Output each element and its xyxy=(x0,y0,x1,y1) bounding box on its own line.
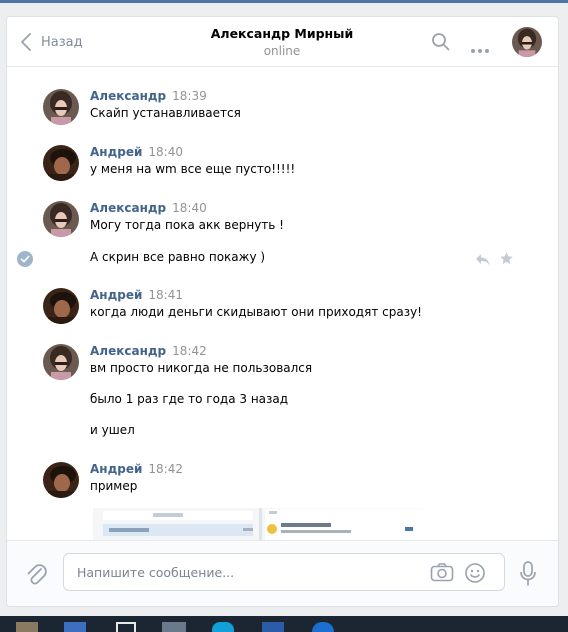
chevron-left-icon xyxy=(21,33,31,51)
message-time[interactable]: 18:41 xyxy=(148,288,183,302)
message-input-box xyxy=(63,553,505,591)
chat-window: Назад Александр Мирный online Александр 1… xyxy=(6,16,559,607)
top-strip xyxy=(0,0,568,3)
message-author[interactable]: Александр xyxy=(90,201,166,215)
message-text: Могу тогда пока акк вернуть ! xyxy=(90,218,284,232)
avatar[interactable] xyxy=(43,89,79,125)
message-text: когда люди деньги скидывают они приходят… xyxy=(90,305,422,319)
avatar[interactable] xyxy=(43,462,79,498)
taskbar-app-icon[interactable] xyxy=(64,622,86,632)
message-author[interactable]: Андрей xyxy=(90,145,142,159)
message-author[interactable]: Александр xyxy=(90,344,166,358)
search-icon[interactable] xyxy=(431,32,451,56)
attached-image[interactable] xyxy=(93,508,423,540)
message-text: А скрин все равно покажу ) xyxy=(90,250,266,264)
check-circle-icon xyxy=(17,251,33,271)
message-text: Скайп устанавливается xyxy=(90,106,241,120)
paperclip-icon[interactable] xyxy=(25,561,47,591)
message-text: вм просто никогда не пользовался xyxy=(90,361,313,375)
camera-icon[interactable] xyxy=(430,562,454,586)
back-label: Назад xyxy=(41,34,83,50)
composer xyxy=(7,540,558,606)
message-time[interactable]: 18:42 xyxy=(148,462,183,476)
message-text: пример xyxy=(90,479,138,493)
message-text: было 1 раз где то года 3 назад xyxy=(90,392,289,406)
taskbar xyxy=(0,616,568,632)
taskbar-app-icon[interactable] xyxy=(116,622,136,632)
taskbar-app-icon[interactable] xyxy=(16,622,38,632)
taskbar-app-icon[interactable] xyxy=(262,622,284,632)
more-dots-icon[interactable] xyxy=(470,39,490,58)
message-input[interactable] xyxy=(64,554,414,590)
taskbar-app-icon[interactable] xyxy=(162,622,186,632)
peer-info[interactable]: Александр Мирный online xyxy=(157,26,407,58)
taskbar-app-icon[interactable] xyxy=(312,622,334,632)
message-time[interactable]: 18:39 xyxy=(172,89,207,103)
reply-icon[interactable] xyxy=(475,252,491,271)
peer-status: online xyxy=(263,44,301,58)
avatar[interactable] xyxy=(43,201,79,237)
microphone-icon[interactable] xyxy=(519,561,537,591)
message-author[interactable]: Андрей xyxy=(90,462,142,476)
taskbar-app-icon[interactable] xyxy=(212,622,234,632)
avatar[interactable] xyxy=(43,145,79,181)
message-time[interactable]: 18:42 xyxy=(172,344,207,358)
peer-avatar[interactable] xyxy=(512,27,542,61)
peer-name: Александр Мирный xyxy=(210,26,354,41)
avatar[interactable] xyxy=(43,344,79,380)
message-text: и ушел xyxy=(90,423,135,437)
message-author[interactable]: Андрей xyxy=(90,288,142,302)
smile-icon[interactable] xyxy=(464,562,486,588)
message-time[interactable]: 18:40 xyxy=(148,145,183,159)
star-icon[interactable] xyxy=(499,251,514,270)
message-time[interactable]: 18:40 xyxy=(172,201,207,215)
chat-header: Назад Александр Мирный online xyxy=(7,17,558,67)
back-button[interactable]: Назад xyxy=(21,31,83,53)
message-author[interactable]: Александр xyxy=(90,89,166,103)
message-text: у меня на wm все еще пусто!!!!! xyxy=(90,162,296,176)
message-list: Александр 18:39 Скайп устанавливается Анд… xyxy=(7,68,558,540)
avatar[interactable] xyxy=(43,288,79,324)
